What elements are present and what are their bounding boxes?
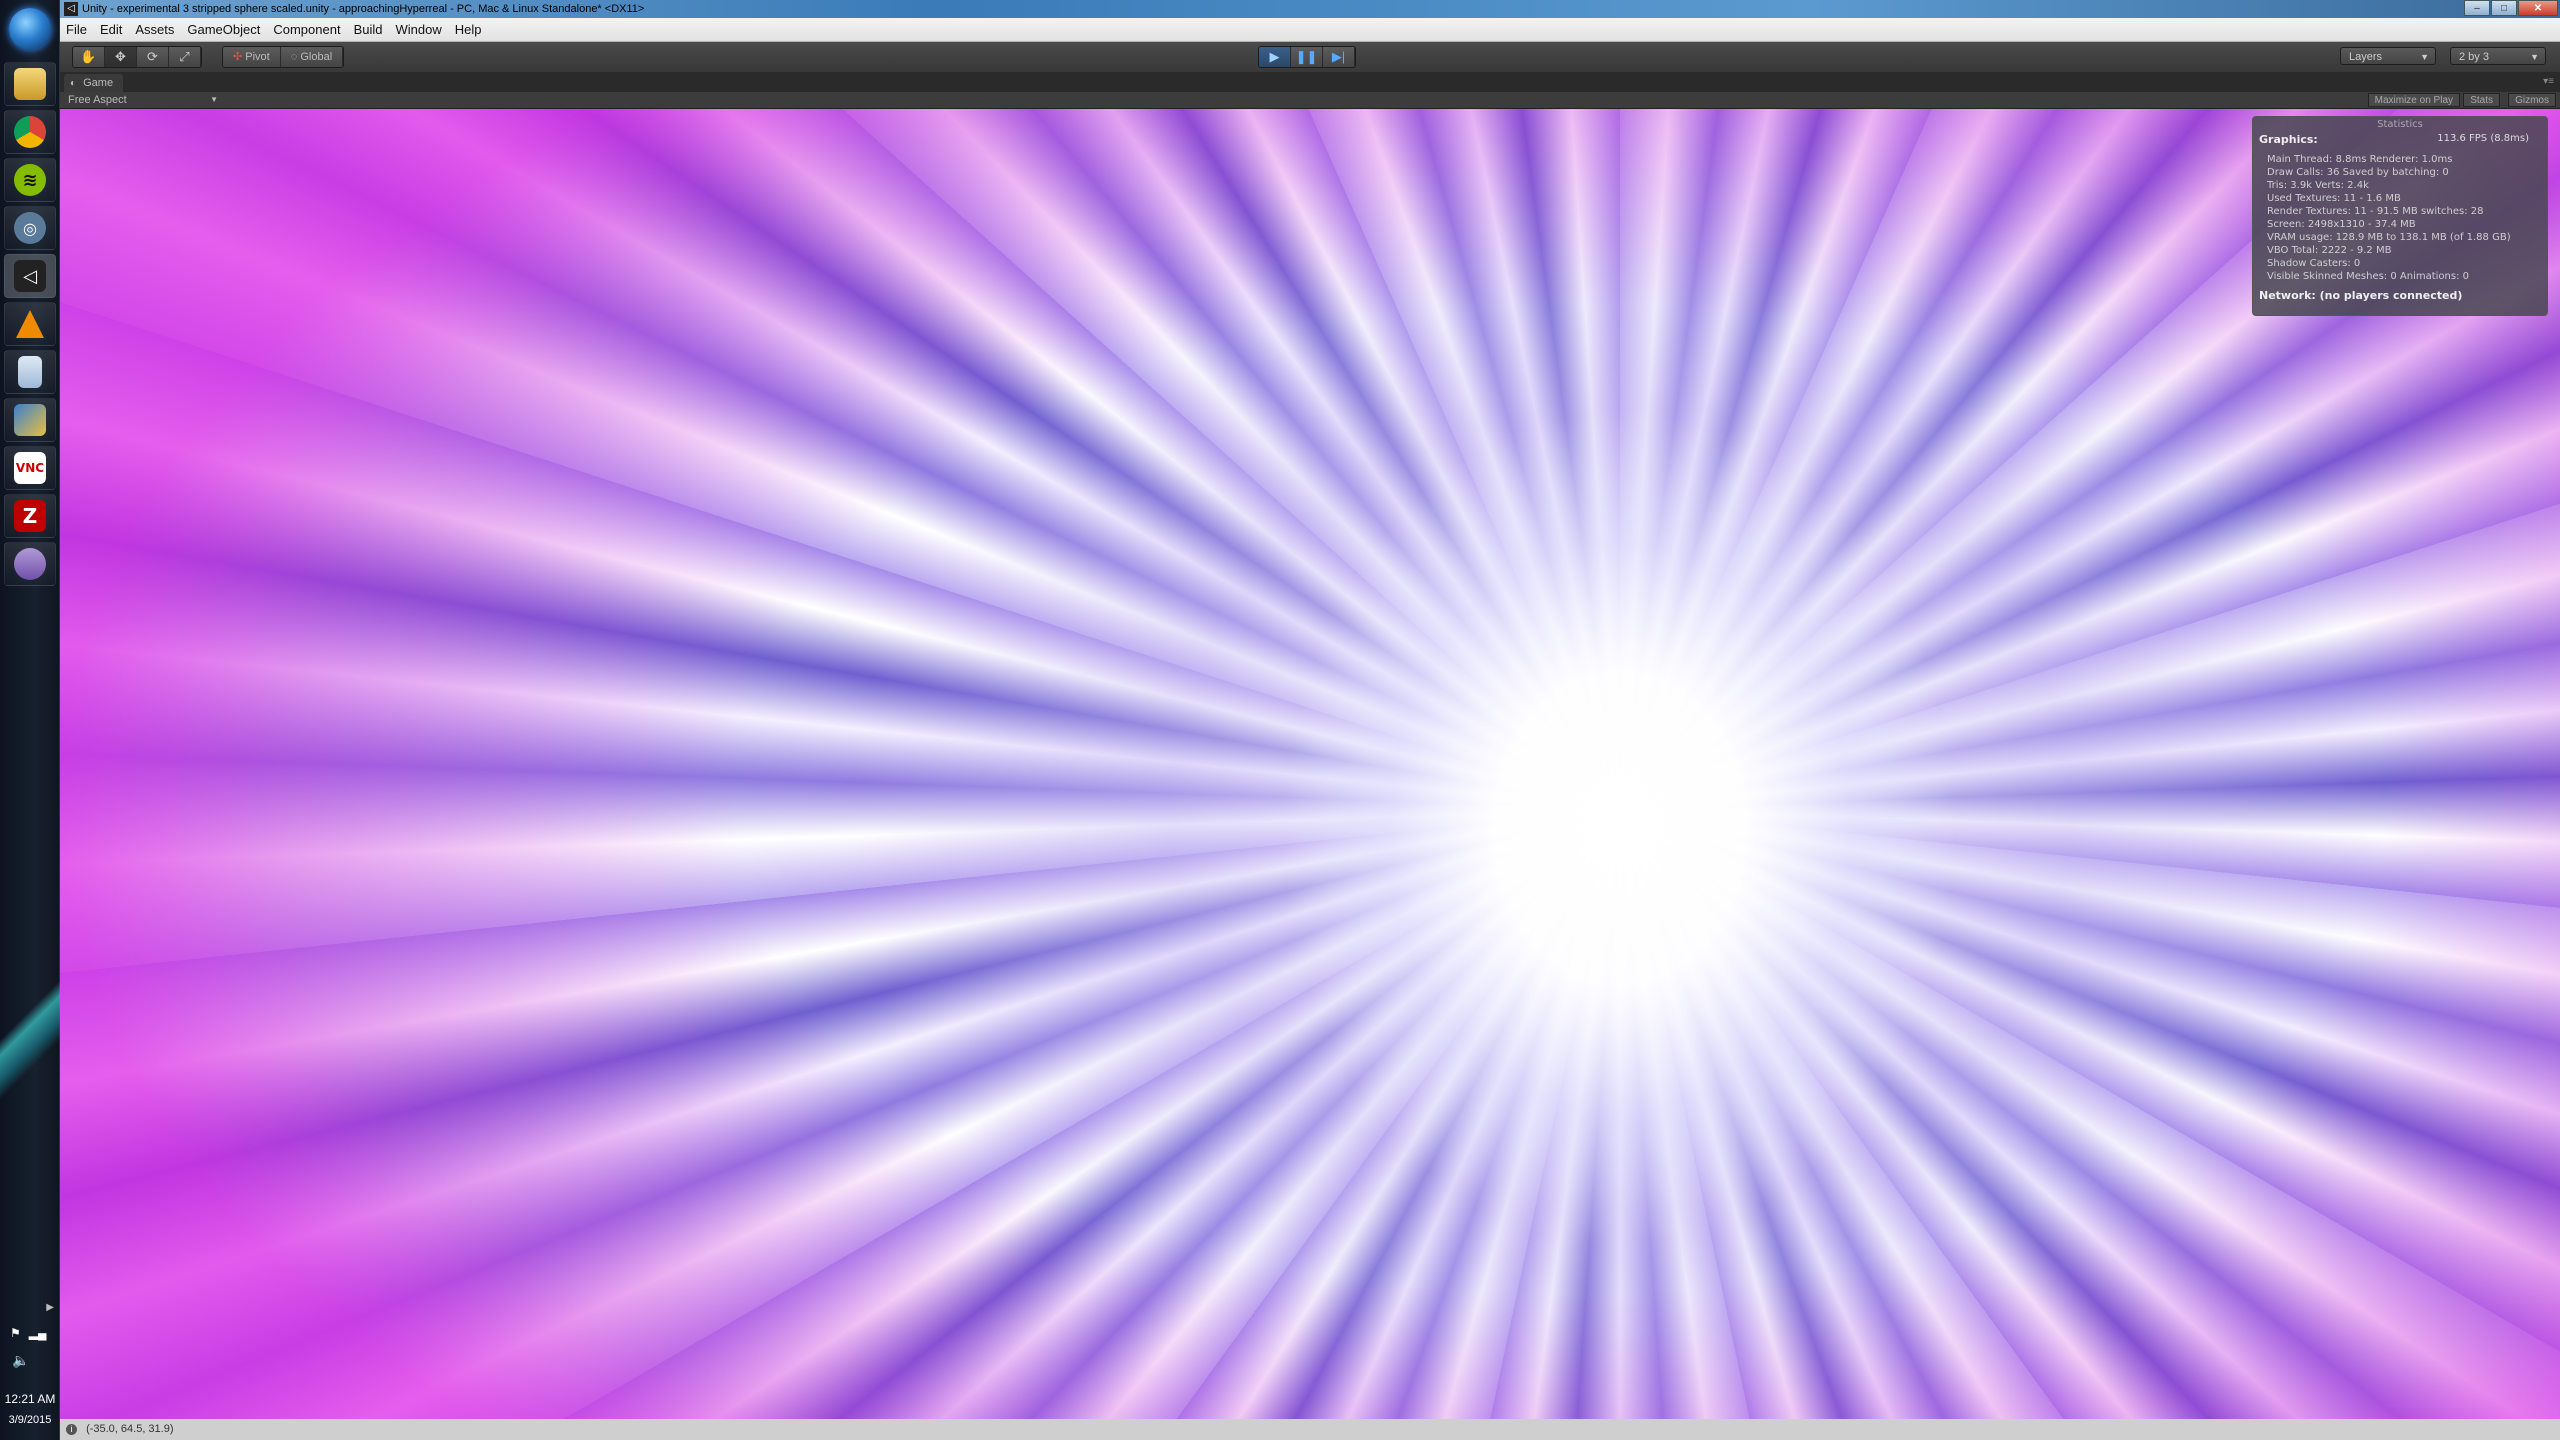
main-toolbar: ✋ ✥ ⟳ ⤢ ✣ Pivot ◌ Global ▶ ❚❚ ▶| Layers … — [60, 42, 2560, 73]
chevron-down-icon: ▼ — [2530, 52, 2539, 62]
layout-dropdown[interactable]: 2 by 3 ▼ — [2450, 47, 2546, 65]
minimize-button[interactable]: – — [2464, 0, 2490, 16]
layers-label: Layers — [2349, 51, 2383, 63]
game-view-toolbar: Free Aspect ▼ Maximize on Play Stats Giz… — [60, 92, 2560, 109]
game-tab-bar: ◐ Game ▾≡ — [60, 72, 2560, 92]
network-signal-icon[interactable]: ▂▄ — [29, 1326, 47, 1340]
maximize-on-play-toggle[interactable]: Maximize on Play — [2367, 93, 2460, 107]
file-explorer-icon[interactable] — [4, 62, 56, 106]
network-tool-icon[interactable] — [4, 398, 56, 442]
notepad-icon[interactable] — [4, 350, 56, 394]
spotify-icon[interactable]: ≋ — [4, 158, 56, 202]
menu-help[interactable]: Help — [455, 22, 482, 37]
unity-icon[interactable]: ◁ — [4, 254, 56, 298]
menu-gameobject[interactable]: GameObject — [187, 22, 260, 37]
scale-tool-icon[interactable]: ⤢ — [169, 47, 201, 67]
stat-line: Used Textures: 11 - 1.6 MB — [2267, 193, 2401, 204]
status-bar[interactable]: i (-35.0, 64.5, 31.9) — [60, 1419, 2560, 1440]
close-button[interactable]: ✕ — [2518, 0, 2558, 16]
clock-date[interactable]: 3/9/2015 — [0, 1414, 60, 1426]
flag-icon[interactable]: ⚑ — [10, 1326, 21, 1340]
tab-game[interactable]: ◐ Game — [64, 74, 124, 92]
layout-label: 2 by 3 — [2459, 51, 2489, 63]
stat-line: Draw Calls: 36 Saved by batching: 0 — [2267, 167, 2449, 178]
stat-line: Shadow Casters: 0 — [2267, 258, 2361, 269]
stat-line: Visible Skinned Meshes: 0 Animations: 0 — [2267, 271, 2469, 282]
aspect-dropdown[interactable]: Free Aspect ▼ — [68, 92, 218, 108]
playback-controls: ▶ ❚❚ ▶| — [1258, 46, 1356, 68]
chevron-down-icon: ▼ — [210, 95, 218, 104]
menu-bar: File Edit Assets GameObject Component Bu… — [60, 18, 2560, 42]
stat-line: Screen: 2498x1310 - 37.4 MB — [2267, 219, 2416, 230]
start-button[interactable] — [9, 8, 51, 50]
menu-edit[interactable]: Edit — [100, 22, 122, 37]
stat-line: Main Thread: 8.8ms Renderer: 1.0ms — [2267, 154, 2453, 165]
menu-component[interactable]: Component — [273, 22, 340, 37]
layers-dropdown[interactable]: Layers ▼ — [2340, 47, 2436, 65]
global-label: Global — [300, 51, 333, 63]
stats-toggle[interactable]: Stats — [2463, 93, 2500, 107]
stat-line: VRAM usage: 128.9 MB to 138.1 MB (of 1.8… — [2267, 232, 2511, 243]
chrome-icon[interactable] — [4, 110, 56, 154]
menu-window[interactable]: Window — [396, 22, 442, 37]
info-icon: i — [66, 1424, 77, 1435]
status-text: (-35.0, 64.5, 31.9) — [86, 1423, 174, 1435]
tab-menu-icon[interactable]: ▾≡ — [2543, 76, 2554, 87]
maximize-button[interactable]: □ — [2491, 0, 2517, 16]
play-button[interactable]: ▶ — [1259, 47, 1291, 67]
taskbar-wallpaper-accent — [0, 960, 60, 1100]
volume-icon[interactable]: 🔈 — [12, 1352, 29, 1369]
aspect-label: Free Aspect — [68, 94, 127, 106]
pause-button[interactable]: ❚❚ — [1291, 47, 1323, 67]
pivot-toggle[interactable]: ✣ Pivot — [223, 47, 281, 67]
game-tab-label: Game — [83, 77, 114, 89]
viewport-render — [60, 109, 2560, 1419]
pidgin-icon[interactable] — [4, 542, 56, 586]
pivot-label: Pivot — [245, 51, 270, 63]
window-title: Unity - experimental 3 stripped sphere s… — [82, 3, 645, 15]
unity-editor-window: ◁ Unity - experimental 3 stripped sphere… — [60, 0, 2560, 1440]
menu-file[interactable]: File — [66, 22, 87, 37]
move-tool-icon[interactable]: ✥ — [105, 47, 137, 67]
window-titlebar[interactable]: ◁ Unity - experimental 3 stripped sphere… — [60, 0, 2560, 18]
transform-tools: ✋ ✥ ⟳ ⤢ — [72, 46, 202, 68]
vnc-icon[interactable]: VNC — [4, 446, 56, 490]
graphics-label: Graphics: — [2259, 133, 2318, 146]
chevron-down-icon: ▼ — [2420, 52, 2429, 62]
clock-time[interactable]: 12:21 AM — [0, 1392, 60, 1406]
network-status: Network: (no players connected) — [2259, 289, 2463, 302]
menu-assets[interactable]: Assets — [135, 22, 174, 37]
menu-build[interactable]: Build — [354, 22, 383, 37]
steam-icon[interactable]: ◎ — [4, 206, 56, 250]
fps-value: 113.6 FPS (8.8ms) — [2437, 133, 2529, 144]
stat-line: Render Textures: 11 - 91.5 MB switches: … — [2267, 206, 2484, 217]
stat-line: VBO Total: 2222 - 9.2 MB — [2267, 245, 2392, 256]
pivot-icon: ✣ — [233, 51, 243, 63]
game-view-icon: ◐ — [70, 78, 77, 89]
windows-taskbar: ≋ ◎ ◁ VNC Z ▶ ⚑ ▂▄ 🔈 12:21 AM 3/9/2015 — [0, 0, 60, 1440]
global-toggle[interactable]: ◌ Global — [280, 47, 344, 67]
rotate-tool-icon[interactable]: ⟳ — [137, 47, 169, 67]
system-tray: ▶ ⚑ ▂▄ 🔈 12:21 AM 3/9/2015 — [0, 1302, 60, 1440]
stat-line: Tris: 3.9k Verts: 2.4k — [2267, 180, 2369, 191]
global-icon: ◌ — [290, 51, 298, 63]
vlc-icon[interactable] — [4, 302, 56, 346]
unity-logo-icon: ◁ — [64, 2, 78, 16]
step-button[interactable]: ▶| — [1323, 47, 1355, 67]
statistics-panel: Statistics Graphics: 113.6 FPS (8.8ms) M… — [2252, 116, 2548, 316]
filezilla-icon[interactable]: Z — [4, 494, 56, 538]
statistics-header: Statistics — [2377, 119, 2423, 130]
game-viewport[interactable] — [60, 109, 2560, 1419]
tray-expand-icon[interactable]: ▶ — [46, 1302, 54, 1313]
hand-tool-icon[interactable]: ✋ — [73, 47, 105, 67]
gizmos-dropdown[interactable]: Gizmos — [2508, 93, 2556, 107]
pivot-toggles: ✣ Pivot ◌ Global — [222, 46, 345, 68]
